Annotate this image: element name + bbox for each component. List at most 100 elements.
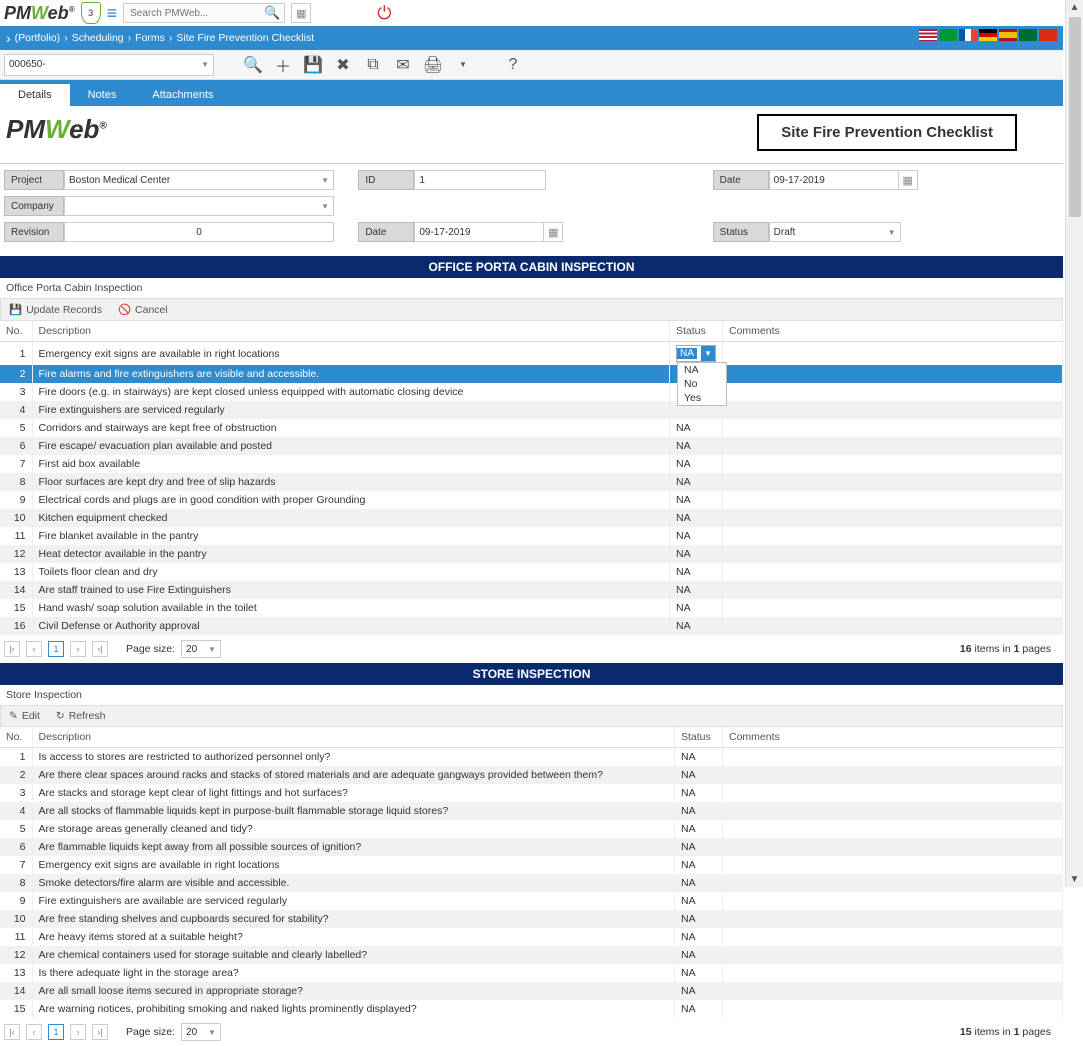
cell-comments[interactable] [723, 342, 1063, 366]
table-row[interactable]: 9Fire extinguishers are available are se… [0, 892, 1063, 910]
search-icon[interactable]: 🔍 [264, 5, 280, 21]
cell-status[interactable]: NA [670, 563, 723, 581]
tab-details[interactable]: Details [0, 84, 70, 106]
cell-status[interactable]: NA [670, 455, 723, 473]
field-status[interactable]: Draft▼ [769, 222, 901, 242]
status-option[interactable]: NA [678, 363, 726, 377]
table-row[interactable]: 8Floor surfaces are kept dry and free of… [0, 473, 1063, 491]
tab-notes[interactable]: Notes [70, 84, 135, 106]
update-records-button[interactable]: 💾Update Records [9, 303, 102, 316]
crumb-portfolio[interactable]: (Portfolio) [15, 32, 61, 44]
cell-status[interactable]: NA [675, 946, 723, 964]
col-comments[interactable]: Comments [723, 321, 1063, 342]
status-dropdown[interactable]: NA▼NANoYes [676, 345, 716, 362]
pager-prev-icon[interactable]: ‹ [26, 1024, 42, 1040]
cell-status[interactable]: NA [670, 491, 723, 509]
cell-comments[interactable] [723, 766, 1063, 784]
table-row[interactable]: 12Are chemical containers used for stora… [0, 946, 1063, 964]
pager-next-icon[interactable]: › [70, 1024, 86, 1040]
document-select[interactable]: 000650-▼ [4, 54, 214, 76]
scroll-up-icon[interactable]: ▲ [1066, 0, 1083, 15]
cell-comments[interactable] [723, 365, 1063, 383]
tab-attachments[interactable]: Attachments [134, 84, 231, 106]
table-row[interactable]: 12Heat detector available in the pantryN… [0, 545, 1063, 563]
cell-status[interactable]: NA [675, 820, 723, 838]
cell-status[interactable]: NA [670, 527, 723, 545]
cell-status[interactable]: NA [670, 437, 723, 455]
table-row[interactable]: 16Civil Defense or Authority approvalNA [0, 617, 1063, 635]
table-row[interactable]: 9Electrical cords and plugs are in good … [0, 491, 1063, 509]
cell-status[interactable]: NA [675, 766, 723, 784]
cell-comments[interactable] [723, 874, 1063, 892]
field-revision[interactable]: 0 [64, 222, 334, 242]
table-row[interactable]: 5Corridors and stairways are kept free o… [0, 419, 1063, 437]
cancel-button[interactable]: 🚫Cancel [118, 303, 168, 316]
cell-status[interactable]: NA [675, 910, 723, 928]
pager-page-1[interactable]: 1 [48, 641, 64, 657]
table-row[interactable]: 1Emergency exit signs are available in r… [0, 342, 1063, 366]
pager-first-icon[interactable]: |‹ [4, 1024, 20, 1040]
cell-status[interactable]: NA [675, 874, 723, 892]
cell-comments[interactable] [723, 856, 1063, 874]
cell-status[interactable]: NA [670, 617, 723, 635]
table-row[interactable]: 7First aid box availableNA [0, 455, 1063, 473]
table-row[interactable]: 10Are free standing shelves and cupboard… [0, 910, 1063, 928]
alerts-shield[interactable]: 3 [81, 2, 101, 24]
cell-comments[interactable] [723, 419, 1063, 437]
table-row[interactable]: 13Is there adequate light in the storage… [0, 964, 1063, 982]
cell-status[interactable]: NA [670, 581, 723, 599]
cell-comments[interactable] [723, 491, 1063, 509]
edit-button[interactable]: ✎Edit [9, 710, 40, 722]
flag-br-icon[interactable] [939, 29, 957, 41]
copy-icon[interactable]: ⧉ [362, 54, 384, 76]
table-row[interactable]: 4Fire extinguishers are serviced regular… [0, 401, 1063, 419]
table-row[interactable]: 15Hand wash/ soap solution available in … [0, 599, 1063, 617]
cell-status[interactable]: NA▼NANoYes [670, 342, 723, 366]
pager-last-icon[interactable]: ›| [92, 1024, 108, 1040]
pager-first-icon[interactable]: |‹ [4, 641, 20, 657]
table-row[interactable]: 8Smoke detectors/fire alarm are visible … [0, 874, 1063, 892]
print-dropdown-icon[interactable]: ▼ [452, 54, 474, 76]
col-description[interactable]: Description [32, 321, 670, 342]
delete-icon[interactable]: ✖ [332, 54, 354, 76]
cell-comments[interactable] [723, 748, 1063, 767]
cell-status[interactable]: NA [675, 748, 723, 767]
cell-comments[interactable] [723, 946, 1063, 964]
vertical-scrollbar[interactable]: ▲ ▼ [1065, 0, 1083, 887]
flag-fr-icon[interactable] [959, 29, 977, 41]
cell-status[interactable]: NA [670, 599, 723, 617]
crumb-page[interactable]: Site Fire Prevention Checklist [176, 32, 314, 44]
cell-comments[interactable] [723, 910, 1063, 928]
power-icon[interactable]: ⏻ [377, 3, 391, 24]
cell-comments[interactable] [723, 838, 1063, 856]
print-icon[interactable]: 🖨 [422, 54, 444, 76]
col-status[interactable]: Status [670, 321, 723, 342]
help-icon[interactable]: ? [502, 54, 524, 76]
cell-status[interactable]: NA [670, 473, 723, 491]
crumb-forms[interactable]: Forms [135, 32, 165, 44]
refresh-button[interactable]: ↻Refresh [56, 710, 106, 722]
table-row[interactable]: 5Are storage areas generally cleaned and… [0, 820, 1063, 838]
cell-status[interactable]: NA [675, 982, 723, 1000]
search-field[interactable] [128, 7, 264, 20]
table-row[interactable]: 3Fire doors (e.g. in stairways) are kept… [0, 383, 1063, 401]
save-icon[interactable]: 💾 [302, 54, 324, 76]
mail-icon[interactable]: ✉ [392, 54, 414, 76]
flag-sa-icon[interactable] [1019, 29, 1037, 41]
flag-es-icon[interactable] [999, 29, 1017, 41]
table-row[interactable]: 11Are heavy items stored at a suitable h… [0, 928, 1063, 946]
cell-status[interactable]: NA [675, 928, 723, 946]
search-tool-icon[interactable]: 🔍 [242, 54, 264, 76]
cell-comments[interactable] [723, 599, 1063, 617]
table-row[interactable]: 1Is access to stores are restricted to a… [0, 748, 1063, 767]
scroll-thumb[interactable] [1069, 17, 1081, 217]
table-row[interactable]: 14Are all small loose items secured in a… [0, 982, 1063, 1000]
cell-status[interactable]: NA [675, 856, 723, 874]
calendar-icon[interactable]: ▦ [543, 222, 563, 242]
cell-comments[interactable] [723, 401, 1063, 419]
status-option[interactable]: No [678, 377, 726, 391]
cell-comments[interactable] [723, 545, 1063, 563]
flag-de-icon[interactable] [979, 29, 997, 41]
col-description[interactable]: Description [32, 727, 675, 748]
cell-comments[interactable] [723, 455, 1063, 473]
